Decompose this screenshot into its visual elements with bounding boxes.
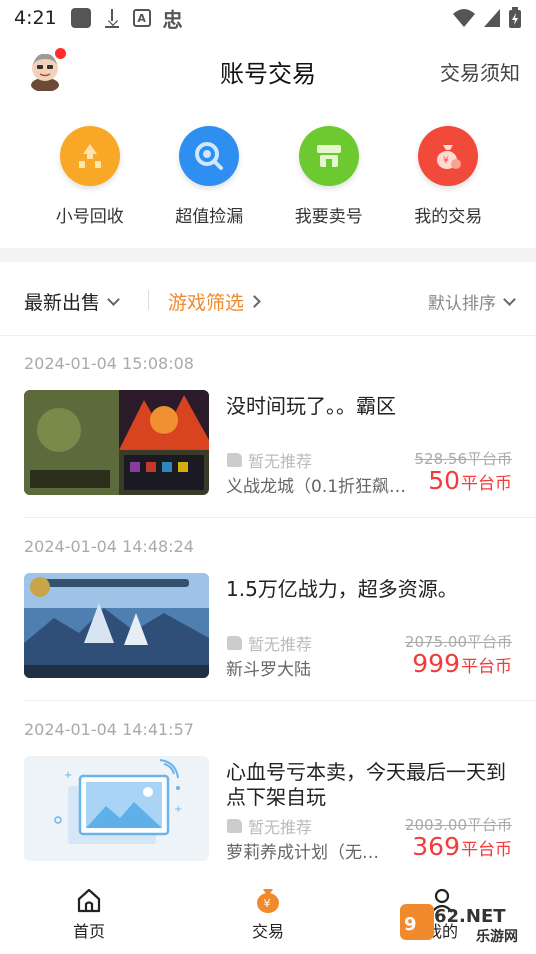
listing-title: 没时间玩了。。霸区 [226,394,396,418]
recommendation-status: 暂无推荐 [227,814,312,838]
watermark-sub: 乐游网 [476,929,518,945]
nav-trade[interactable]: ¥ 交易 [228,886,308,942]
wifi-icon [453,9,475,27]
nav-home[interactable]: 首页 [49,886,129,942]
status-notification-icons: A 忠 [70,4,183,33]
svg-text:+: + [174,804,182,815]
quick-action-label: 超值捡漏 [175,207,244,227]
listing-date: 2024-01-04 15:08:08 [24,354,194,373]
status-time: 4:21 [14,7,57,29]
listing-title: 1.5万亿战力，超多资源。 [226,577,458,601]
price-value: 999 [412,649,460,678]
shop-icon [298,126,359,186]
download-icon [103,8,121,28]
listing-game-name: 义战龙城（0.1折狂飙… [226,477,407,497]
sale-price: 999 平台币 [412,649,512,678]
recommendation-status: 暂无推荐 [227,448,312,472]
money-bag-icon: ¥ [257,889,279,913]
thumbs-up-icon [227,636,242,650]
nav-label: 首页 [72,922,105,941]
status-system-icons [452,7,522,29]
nav-label: 交易 [251,922,284,941]
sale-price: 369 平台币 [412,832,512,861]
recycle-icon [59,126,120,186]
money-bag-icon: ¥ [418,126,479,186]
game-screenshot-thumbnail [24,390,209,495]
price-value: 50 [428,466,460,495]
sale-price: 50 平台币 [428,466,512,495]
battery-icon [509,7,521,28]
quick-action-label: 小号回收 [55,207,124,227]
recommendation-label: 暂无推荐 [248,452,313,471]
listing-date: 2024-01-04 14:41:57 [24,720,194,739]
quick-actions: 小号回收 超值捡漏 我要卖号 ¥ 我的交易 [0,126,536,236]
site-watermark: 9 62.NET 乐游网 [400,900,528,945]
filter-separator [148,290,149,310]
quick-action-recycle[interactable]: 小号回收 [30,126,150,236]
sort-dropdown[interactable]: 默认排序 [428,289,516,314]
magnifier-coin-icon [179,126,240,186]
recommendation-status: 暂无推荐 [227,631,312,655]
svg-text:62.NET: 62.NET [434,906,506,927]
price-unit: 平台币 [461,474,512,494]
game-screenshot-thumbnail [24,573,209,678]
price-unit: 平台币 [461,657,512,677]
listing-item[interactable]: 2024-01-04 14:41:57 + + 心血号亏本卖，今天最后一天到点下… [0,702,536,884]
listing-item[interactable]: 2024-01-04 15:08:08 没时间玩了。。霸区 暂无推荐 义战龙城（… [0,336,536,518]
bottom-nav: 首页 ¥ 交易 我的 9 62.NET 乐游网 [0,878,536,954]
thumbs-up-icon [227,819,242,833]
placeholder-image-icon: + + [24,756,209,861]
trade-notice-link[interactable]: 交易须知 [440,57,520,86]
quick-action-label: 我的交易 [414,207,483,227]
filter-bar: 最新出售 游戏筛选 默认排序 [0,262,536,336]
list-divider [24,517,536,518]
header: 账号交易 交易须知 [0,40,536,100]
signal-icon [484,9,500,27]
quick-action-bargain[interactable]: 超值捡漏 [150,126,270,236]
notification-square-icon [70,8,91,28]
section-divider [0,248,536,262]
sort-label: 默认排序 [428,294,496,314]
status-bar: 4:21 A 忠 [0,0,536,36]
listing-date: 2024-01-04 14:48:24 [24,537,194,556]
quick-action-label: 我要卖号 [294,207,363,227]
listing-game-name: 萝莉养成计划（无… [226,843,379,863]
home-icon [77,888,101,913]
latest-sale-dropdown[interactable]: 最新出售 [24,288,120,315]
price-unit: 平台币 [461,840,512,860]
listing-game-name: 新斗罗大陆 [226,660,311,680]
game-filter-button[interactable]: 游戏筛选 [168,288,261,315]
game-filter-label: 游戏筛选 [168,292,245,314]
chevron-down-icon [503,292,516,306]
listing-title: 心血号亏本卖，今天最后一天到点下架自玩 [226,760,506,809]
thumbs-up-icon [227,453,242,467]
latest-sale-label: 最新出售 [24,292,101,314]
svg-text:9: 9 [404,914,417,935]
svg-text:¥: ¥ [443,156,449,166]
list-divider [24,700,536,701]
quick-action-my-trades[interactable]: ¥ 我的交易 [389,126,509,236]
chevron-right-icon [248,295,261,308]
svg-text:+: + [64,770,72,781]
listing-item[interactable]: 2024-01-04 14:48:24 1.5万亿战力，超多资源。 暂无推荐 新… [0,519,536,701]
recommendation-label: 暂无推荐 [248,635,313,654]
svg-text:¥: ¥ [264,897,271,910]
a-box-icon: A [132,9,151,27]
app-glyph-icon: 忠 [162,7,183,32]
price-value: 369 [412,832,460,861]
chevron-down-icon [107,292,120,306]
quick-action-sell[interactable]: 我要卖号 [269,126,389,236]
recommendation-label: 暂无推荐 [248,818,313,837]
